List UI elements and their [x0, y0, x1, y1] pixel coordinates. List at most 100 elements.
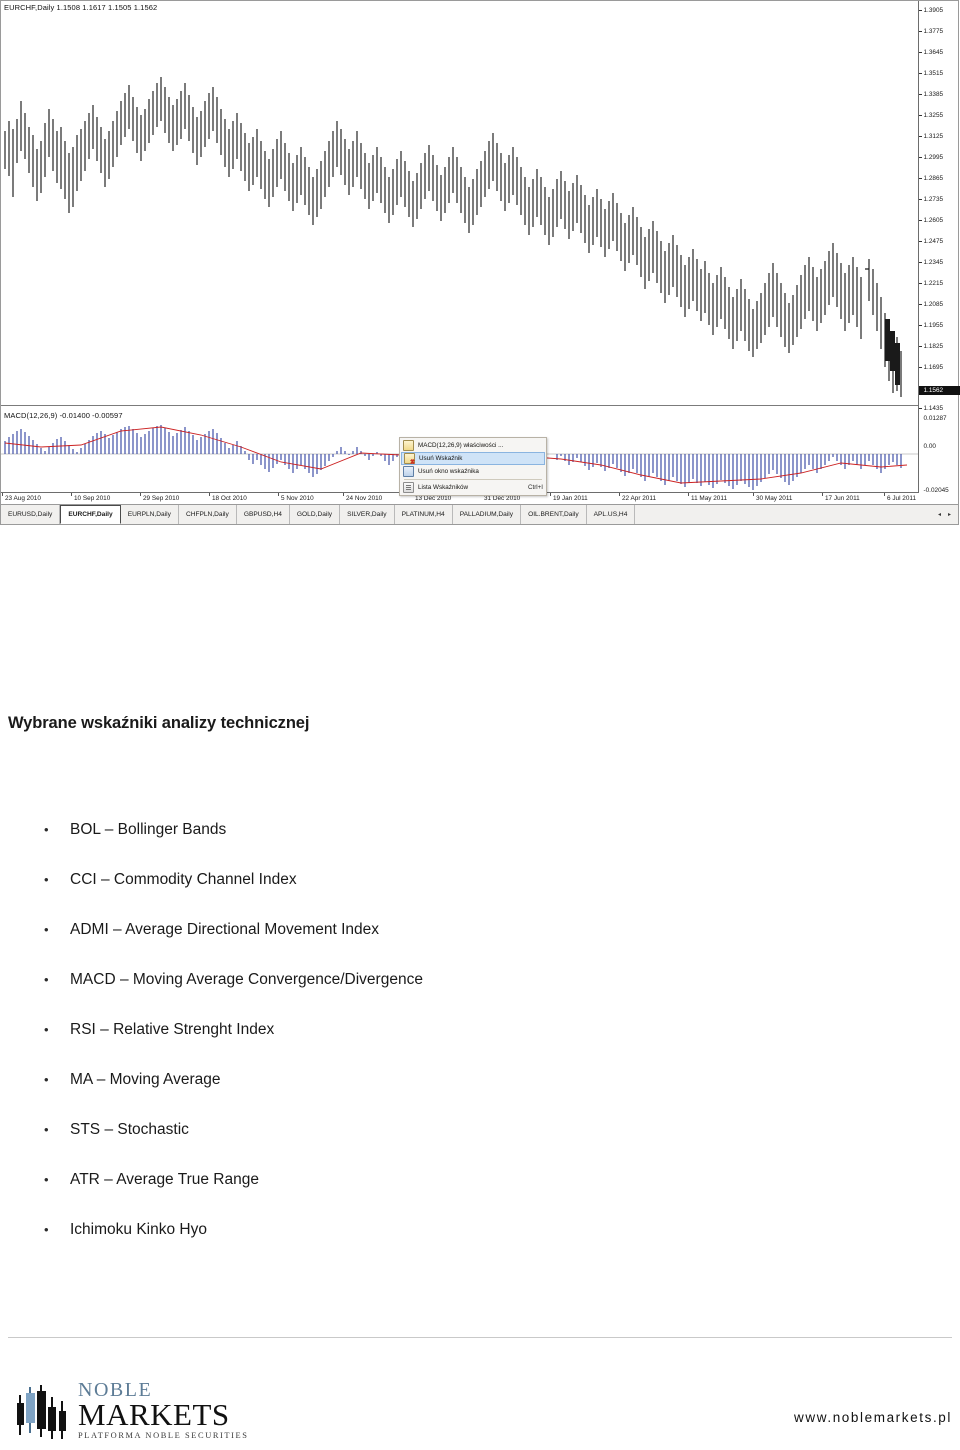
- list-item: • ATR – Average True Range: [44, 1170, 744, 1220]
- menu-item-label: Usuń okno wskaźnika: [418, 468, 479, 475]
- footer-divider: [8, 1337, 952, 1338]
- price-axis-tick: 1.3515: [919, 70, 959, 77]
- price-axis-tick: 1.3255: [919, 112, 959, 119]
- bullet-icon: •: [44, 822, 49, 837]
- list-item: • BOL – Bollinger Bands: [44, 820, 744, 870]
- current-price-label: 1.1562: [919, 386, 960, 395]
- list-item: • MA – Moving Average: [44, 1070, 744, 1120]
- list-item: • MACD – Moving Average Convergence/Dive…: [44, 970, 744, 1020]
- price-axis-tick: 1.3905: [919, 7, 959, 14]
- chart-tab-apl-us-h4[interactable]: APL.US,H4: [587, 505, 636, 524]
- price-axis-tick: 1.2735: [919, 196, 959, 203]
- scroll-right-icon[interactable]: ▸: [948, 512, 951, 518]
- price-chart-pane[interactable]: EURCHF,Daily 1.1508 1.1617 1.1505 1.1562: [1, 1, 919, 406]
- page-title: Wybrane wskaźniki analizy technicznej: [8, 714, 310, 732]
- list-item: • STS – Stochastic: [44, 1120, 744, 1170]
- list-item: • Ichimoku Kinko Hyo: [44, 1220, 744, 1270]
- bullet-icon: •: [44, 1022, 49, 1037]
- delete-window-icon: [403, 466, 414, 477]
- time-axis-tick: 30 May 2011: [752, 493, 793, 502]
- price-candlestick-series: [4, 77, 902, 397]
- chart-tab-platinum-h4[interactable]: PLATINUM,H4: [395, 505, 453, 524]
- chart-tab-silver-daily[interactable]: SILVER,Daily: [340, 505, 395, 524]
- chart-tab-eurusd-daily[interactable]: EURUSD,Daily: [1, 505, 61, 524]
- menu-item-label: Lista Wskaźników: [418, 484, 469, 491]
- menu-item-label: MACD(12,26,9) właściwości ...: [418, 442, 504, 449]
- bullet-icon: •: [44, 1172, 49, 1187]
- list-item-label: STS – Stochastic: [70, 1121, 189, 1138]
- price-axis-tick: 1.1955: [919, 322, 959, 329]
- price-axis-tick: 1.2995: [919, 154, 959, 161]
- list-item-label: ADMI – Average Directional Movement Inde…: [70, 921, 380, 938]
- chart-tab-eurchf-daily[interactable]: EURCHF,Daily: [60, 505, 121, 524]
- menu-item-shortcut: Ctrl+I: [528, 484, 543, 491]
- menu-item-indicator-list[interactable]: Lista Wskaźników Ctrl+I: [400, 481, 546, 494]
- list-item-label: Ichimoku Kinko Hyo: [70, 1221, 207, 1238]
- time-axis-tick: 31 Dec 2010: [480, 493, 521, 502]
- price-axis-tick: 1.3125: [919, 133, 959, 140]
- chart-tab-gold-daily[interactable]: GOLD,Daily: [290, 505, 341, 524]
- list-item-label: MA – Moving Average: [70, 1071, 221, 1088]
- menu-item-delete-indicator[interactable]: Usuń Wskaźnik: [401, 452, 545, 465]
- time-axis-tick: 17 Jun 2011: [822, 493, 860, 502]
- bullet-icon: •: [44, 1122, 49, 1137]
- bullet-icon: •: [44, 1072, 49, 1087]
- footer-website-url[interactable]: www.noblemarkets.pl: [794, 1410, 952, 1425]
- macd-axis-tick: 0.00: [923, 443, 936, 450]
- time-axis-tick: 18 Oct 2010: [209, 493, 247, 502]
- time-axis-tick: 22 Apr 2011: [619, 493, 656, 502]
- price-axis-tick: 1.3385: [919, 91, 959, 98]
- list-item-label: BOL – Bollinger Bands: [70, 821, 227, 838]
- logo-tagline: PLATFORMA NOBLE SECURITIES: [78, 1431, 249, 1440]
- price-axis-tick: 1.2865: [919, 175, 959, 182]
- time-axis-tick: 5 Nov 2010: [278, 493, 314, 502]
- price-axis-tick: 1.3645: [919, 49, 959, 56]
- menu-item-macd-properties[interactable]: MACD(12,26,9) właściwości ...: [400, 439, 546, 452]
- chart-tab-oil-brent-daily[interactable]: OIL.BRENT,Daily: [521, 505, 587, 524]
- menu-separator: [404, 479, 542, 480]
- time-axis-tick: 29 Sep 2010: [139, 493, 180, 502]
- logo-wordmark: NOBLE MARKETS PLATFORMA NOBLE SECURITIES: [78, 1380, 249, 1441]
- time-axis-tick: 13 Dec 2010: [411, 493, 452, 502]
- time-axis-tick: 19 Jan 2011: [550, 493, 588, 502]
- menu-item-delete-indicator-window[interactable]: Usuń okno wskaźnika: [400, 465, 546, 478]
- indicator-context-menu[interactable]: MACD(12,26,9) właściwości ... Usuń Wskaź…: [399, 437, 547, 496]
- menu-item-label: Usuń Wskaźnik: [419, 455, 463, 462]
- chart-tab-gbpusd-h4[interactable]: GBPUSD,H4: [237, 505, 290, 524]
- price-axis-tick: 1.1435: [919, 405, 959, 412]
- noble-markets-logo: NOBLE MARKETS PLATFORMA NOBLE SECURITIES: [14, 1378, 249, 1441]
- properties-icon: [403, 440, 414, 451]
- macd-axis-tick: 0.01287: [923, 415, 947, 422]
- chart-tab-eurpln-daily[interactable]: EURPLN,Daily: [121, 505, 179, 524]
- macd-pane-label: MACD(12,26,9) -0.01400 -0.00597: [4, 411, 123, 420]
- price-axis: 1.3905 1.3775 1.3645 1.3515 1.3385 1.325…: [918, 1, 960, 494]
- time-axis-tick: 10 Sep 2010: [70, 493, 111, 502]
- time-axis-tick: 23 Aug 2010: [2, 493, 41, 502]
- list-item: • CCI – Commodity Channel Index: [44, 870, 744, 920]
- price-axis-tick: 1.2215: [919, 280, 959, 287]
- price-axis-tick: 1.2605: [919, 217, 959, 224]
- price-axis-tick: 1.2085: [919, 301, 959, 308]
- list-item-label: ATR – Average True Range: [70, 1171, 259, 1188]
- price-axis-tick: 1.2475: [919, 238, 959, 245]
- time-axis-tick: 6 Jul 2011: [883, 493, 917, 502]
- chart-tab-bar[interactable]: EURUSD,Daily EURCHF,Daily EURPLN,Daily C…: [1, 504, 958, 524]
- tab-scroll-controls[interactable]: ◂ ▸: [931, 505, 958, 524]
- chart-tab-chfpln-daily[interactable]: CHFPLN,Daily: [179, 505, 237, 524]
- mt4-chart-window: EURCHF,Daily 1.1508 1.1617 1.1505 1.1562: [0, 0, 960, 525]
- delete-indicator-icon: [404, 453, 415, 464]
- candlestick-logo-icon: [14, 1383, 72, 1439]
- scroll-left-icon[interactable]: ◂: [938, 512, 941, 518]
- time-axis-tick: 24 Nov 2010: [342, 493, 383, 502]
- bullet-icon: •: [44, 922, 49, 937]
- price-pane-label: EURCHF,Daily 1.1508 1.1617 1.1505 1.1562: [4, 3, 158, 12]
- indicator-bullet-list: • BOL – Bollinger Bands • CCI – Commodit…: [44, 820, 744, 1270]
- macd-axis-tick: -0.02045: [923, 487, 949, 494]
- list-item: • ADMI – Average Directional Movement In…: [44, 920, 744, 970]
- chart-tab-palladium-daily[interactable]: PALLADIUM,Daily: [453, 505, 522, 524]
- logo-secondary-text: MARKETS: [78, 1397, 230, 1432]
- chart-area[interactable]: EURCHF,Daily 1.1508 1.1617 1.1505 1.1562: [1, 1, 960, 504]
- bullet-icon: •: [44, 872, 49, 887]
- indicator-list-icon: [403, 482, 414, 493]
- list-item-label: MACD – Moving Average Convergence/Diverg…: [70, 971, 423, 988]
